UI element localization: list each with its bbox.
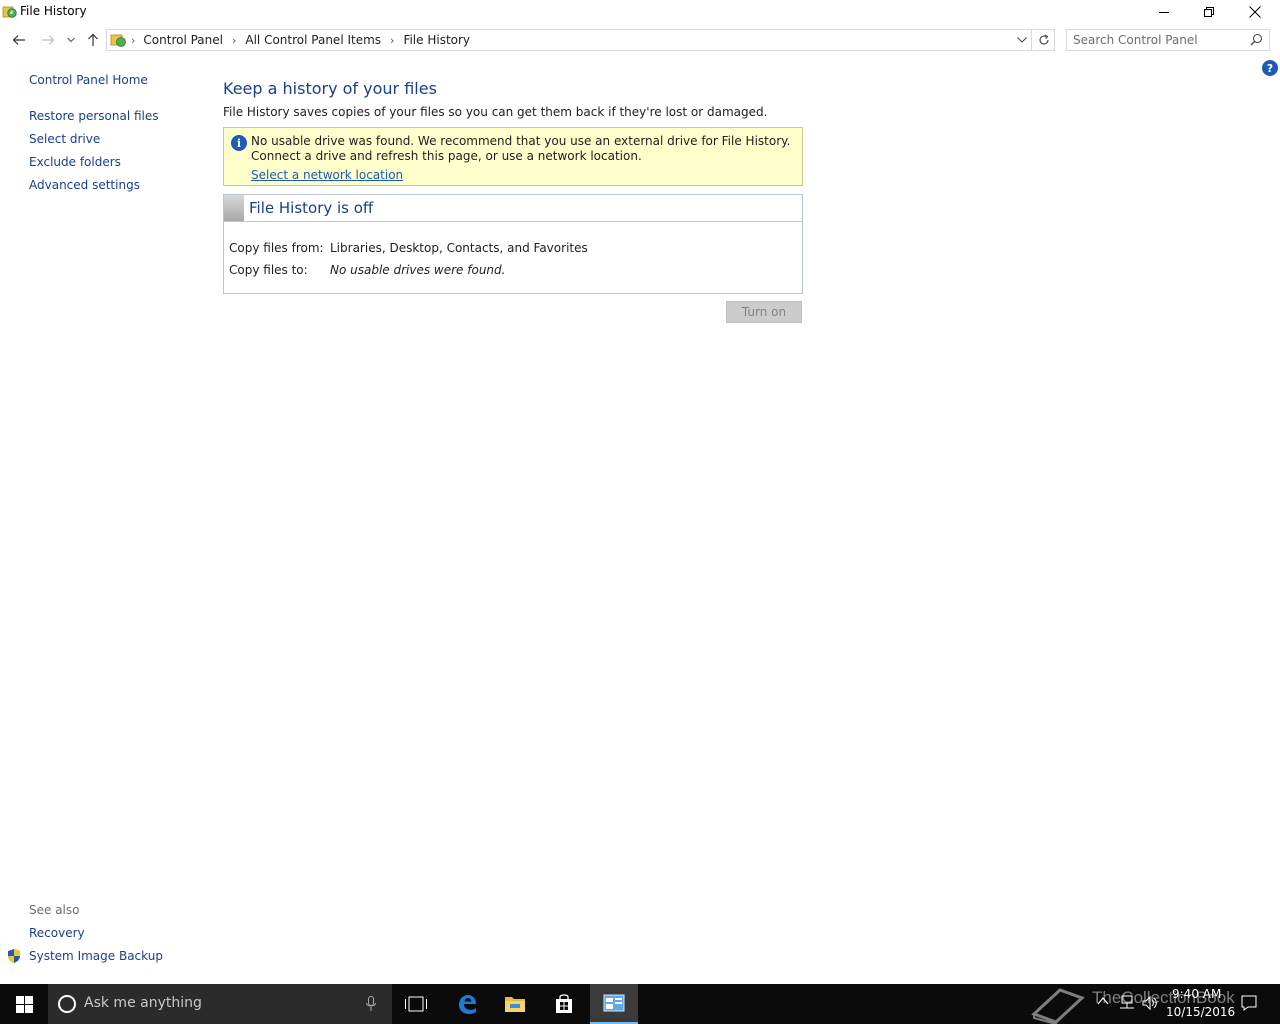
address-dropdown-button[interactable] — [1015, 33, 1029, 47]
clock-time[interactable]: 9:40 AM — [1172, 987, 1221, 1001]
restore-button[interactable] — [1186, 0, 1232, 24]
system-image-backup-link[interactable]: System Image Backup — [29, 949, 163, 963]
help-icon[interactable]: ? — [1262, 60, 1278, 76]
window-title: File History — [20, 4, 87, 18]
watermark-book-icon — [1031, 988, 1085, 1024]
up-arrow-icon — [88, 33, 98, 46]
see-also-heading: See also — [29, 903, 80, 917]
breadcrumb-all-items[interactable]: All Control Panel Items — [245, 33, 381, 47]
back-button[interactable] — [9, 30, 29, 50]
select-network-location-link[interactable]: Select a network location — [251, 168, 403, 182]
file-history-status-panel: File History is off Copy files from: Lib… — [223, 194, 803, 294]
store-bag-icon — [556, 994, 572, 1013]
refresh-button[interactable] — [1033, 29, 1055, 51]
forward-arrow-icon — [42, 35, 55, 45]
breadcrumb: › Control Panel › All Control Panel Item… — [131, 33, 470, 47]
status-indicator-icon — [224, 195, 244, 221]
cortana-search-box[interactable]: Ask me anything — [48, 984, 392, 1024]
control-panel-window-icon — [603, 994, 625, 1012]
status-title: File History is off — [249, 199, 374, 217]
chevron-down-icon — [1017, 37, 1027, 43]
breadcrumb-control-panel[interactable]: Control Panel — [143, 33, 223, 47]
windows-logo-icon — [15, 995, 33, 1013]
address-bar[interactable]: › Control Panel › All Control Panel Item… — [106, 29, 1032, 51]
up-button[interactable] — [83, 30, 103, 50]
file-history-window: File History › Control Panel › All Contr… — [0, 0, 1280, 984]
show-hidden-icons-chevron-icon[interactable] — [1096, 994, 1110, 1008]
chevron-down-icon — [67, 37, 75, 43]
cortana-placeholder: Ask me anything — [84, 995, 202, 1011]
network-icon[interactable] — [1118, 994, 1136, 1012]
close-icon — [1249, 6, 1261, 18]
breadcrumb-separator-icon[interactable]: › — [390, 34, 394, 47]
restore-icon — [1203, 6, 1214, 17]
edge-browser-button[interactable] — [443, 984, 491, 1024]
minimize-icon — [1158, 11, 1169, 13]
uac-shield-icon — [8, 949, 20, 963]
search-input[interactable] — [1073, 32, 1243, 48]
start-button[interactable] — [0, 984, 48, 1024]
title-bar: File History — [0, 0, 1280, 24]
copy-to-label: Copy files to: — [229, 263, 308, 277]
page-title: Keep a history of your files — [223, 79, 437, 98]
folder-icon — [505, 997, 525, 1012]
control-panel-icon — [110, 34, 126, 47]
search-icon[interactable] — [1250, 33, 1263, 46]
control-panel-home-link[interactable]: Control Panel Home — [29, 73, 148, 87]
cortana-icon — [58, 995, 76, 1013]
file-explorer-button[interactable] — [491, 984, 539, 1024]
recent-locations-button[interactable] — [63, 30, 79, 50]
copy-from-value: Libraries, Desktop, Contacts, and Favori… — [330, 241, 588, 255]
restore-personal-files-link[interactable]: Restore personal files — [29, 109, 159, 123]
no-drive-info-bar: i No usable drive was found. We recommen… — [223, 127, 803, 186]
recovery-link[interactable]: Recovery — [29, 926, 85, 940]
file-history-app-icon — [2, 6, 17, 18]
refresh-icon — [1038, 34, 1049, 45]
turn-on-button[interactable]: Turn on — [726, 301, 802, 323]
forward-button[interactable] — [38, 30, 58, 50]
task-view-button[interactable] — [392, 984, 440, 1024]
status-header: File History is off — [224, 195, 802, 222]
store-button[interactable] — [540, 984, 588, 1024]
volume-icon[interactable] — [1141, 994, 1159, 1012]
action-center-icon[interactable] — [1240, 994, 1258, 1012]
back-arrow-icon — [12, 35, 25, 45]
page-description: File History saves copies of your files … — [223, 105, 768, 119]
close-button[interactable] — [1232, 0, 1278, 24]
breadcrumb-separator-icon[interactable]: › — [232, 34, 236, 47]
search-box[interactable] — [1066, 29, 1270, 51]
control-panel-taskbar-button[interactable] — [590, 984, 638, 1024]
clock-date[interactable]: 10/15/2016 — [1166, 1005, 1235, 1019]
info-message: No usable drive was found. We recommend … — [251, 134, 791, 163]
select-drive-link[interactable]: Select drive — [29, 132, 100, 146]
copy-from-label: Copy files from: — [229, 241, 324, 255]
minimize-button[interactable] — [1141, 0, 1187, 24]
taskbar: Ask me anything TheCollectionBook 9:40 A… — [0, 984, 1280, 1024]
edge-icon — [459, 995, 476, 1014]
navigation-bar: › Control Panel › All Control Panel Item… — [0, 26, 1280, 54]
info-icon: i — [231, 135, 247, 151]
breadcrumb-separator-icon[interactable]: › — [131, 34, 135, 47]
microphone-icon[interactable] — [366, 996, 376, 1012]
exclude-folders-link[interactable]: Exclude folders — [29, 155, 121, 169]
advanced-settings-link[interactable]: Advanced settings — [29, 178, 140, 192]
task-view-icon — [405, 996, 427, 1012]
copy-to-value: No usable drives were found. — [330, 263, 506, 277]
breadcrumb-file-history[interactable]: File History — [403, 33, 470, 47]
